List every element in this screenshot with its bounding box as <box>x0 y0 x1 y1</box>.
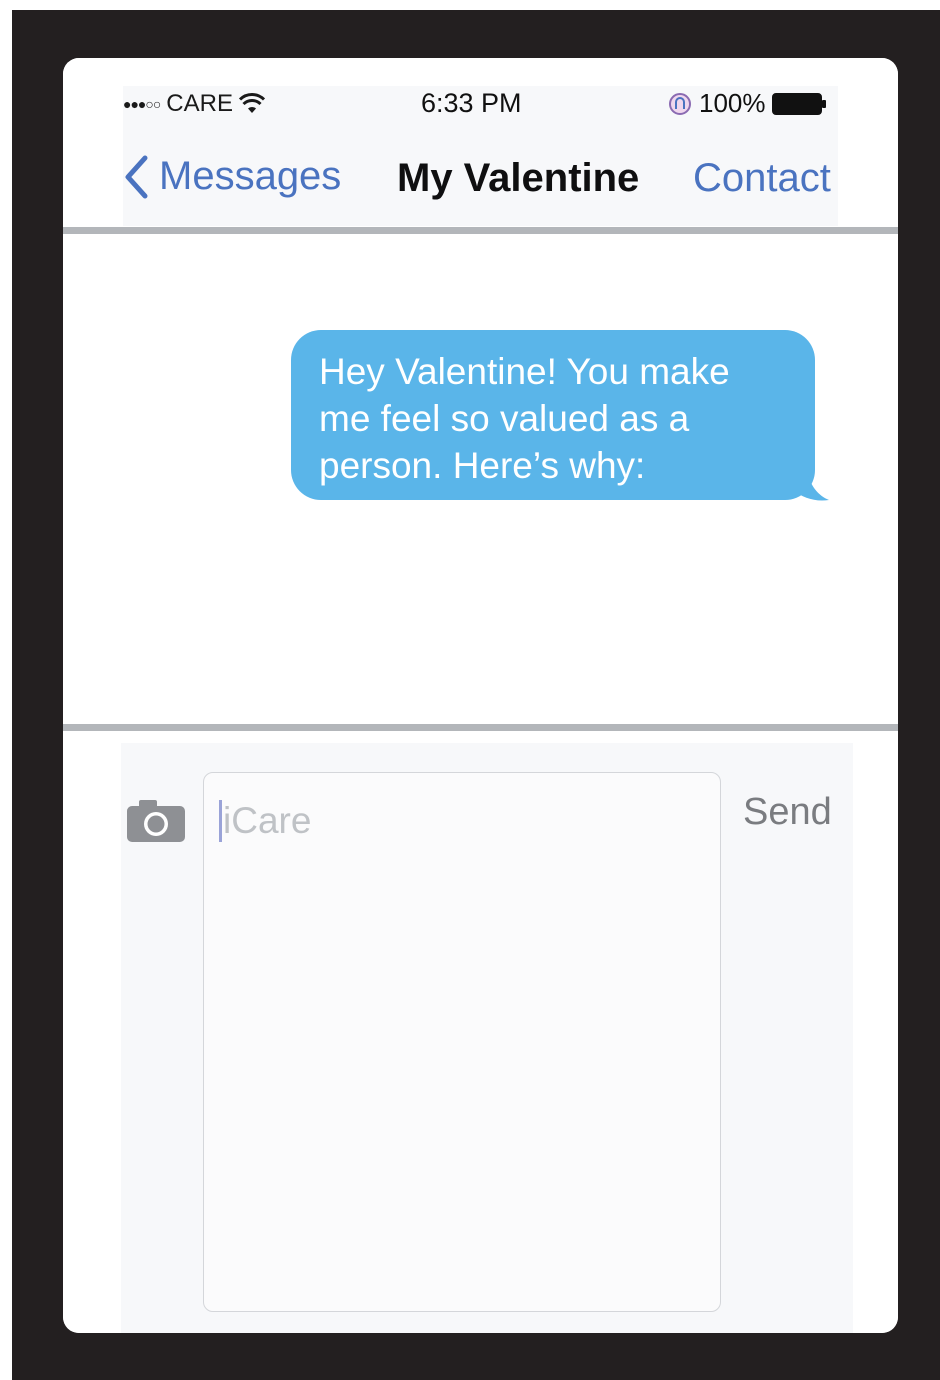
compose-divider <box>63 724 898 731</box>
back-button[interactable]: Messages <box>123 154 341 199</box>
orientation-lock-icon <box>669 92 691 115</box>
message-input[interactable] <box>203 772 721 1312</box>
chevron-left-icon <box>125 155 148 198</box>
text-caret <box>219 800 222 842</box>
battery-icon <box>771 92 826 115</box>
send-button[interactable]: Send <box>743 791 832 834</box>
conversation-title: My Valentine <box>397 156 640 200</box>
phone-screen: ●●●○○ CARE 6:33 PM 100% Messages My Vale… <box>63 58 898 1333</box>
message-input-placeholder: iCare <box>223 800 312 841</box>
sent-message-bubble[interactable]: Hey Valentine! You make me feel so value… <box>291 330 815 500</box>
bubble-tail <box>793 468 829 501</box>
camera-icon[interactable] <box>125 798 187 844</box>
status-time: 6:33 PM <box>421 88 522 118</box>
back-button-label: Messages <box>159 154 342 198</box>
status-carrier: ●●●○○ CARE <box>123 90 265 118</box>
signal-strength-icon: ●●●○○ <box>123 96 161 112</box>
contact-button[interactable]: Contact <box>693 156 831 201</box>
wifi-icon <box>238 93 265 113</box>
carrier-label: CARE <box>166 90 233 117</box>
header: ●●●○○ CARE 6:33 PM 100% Messages My Vale… <box>63 58 898 228</box>
status-right: 100% <box>667 88 828 119</box>
battery-percent: 100% <box>699 88 766 118</box>
header-divider <box>63 227 898 234</box>
